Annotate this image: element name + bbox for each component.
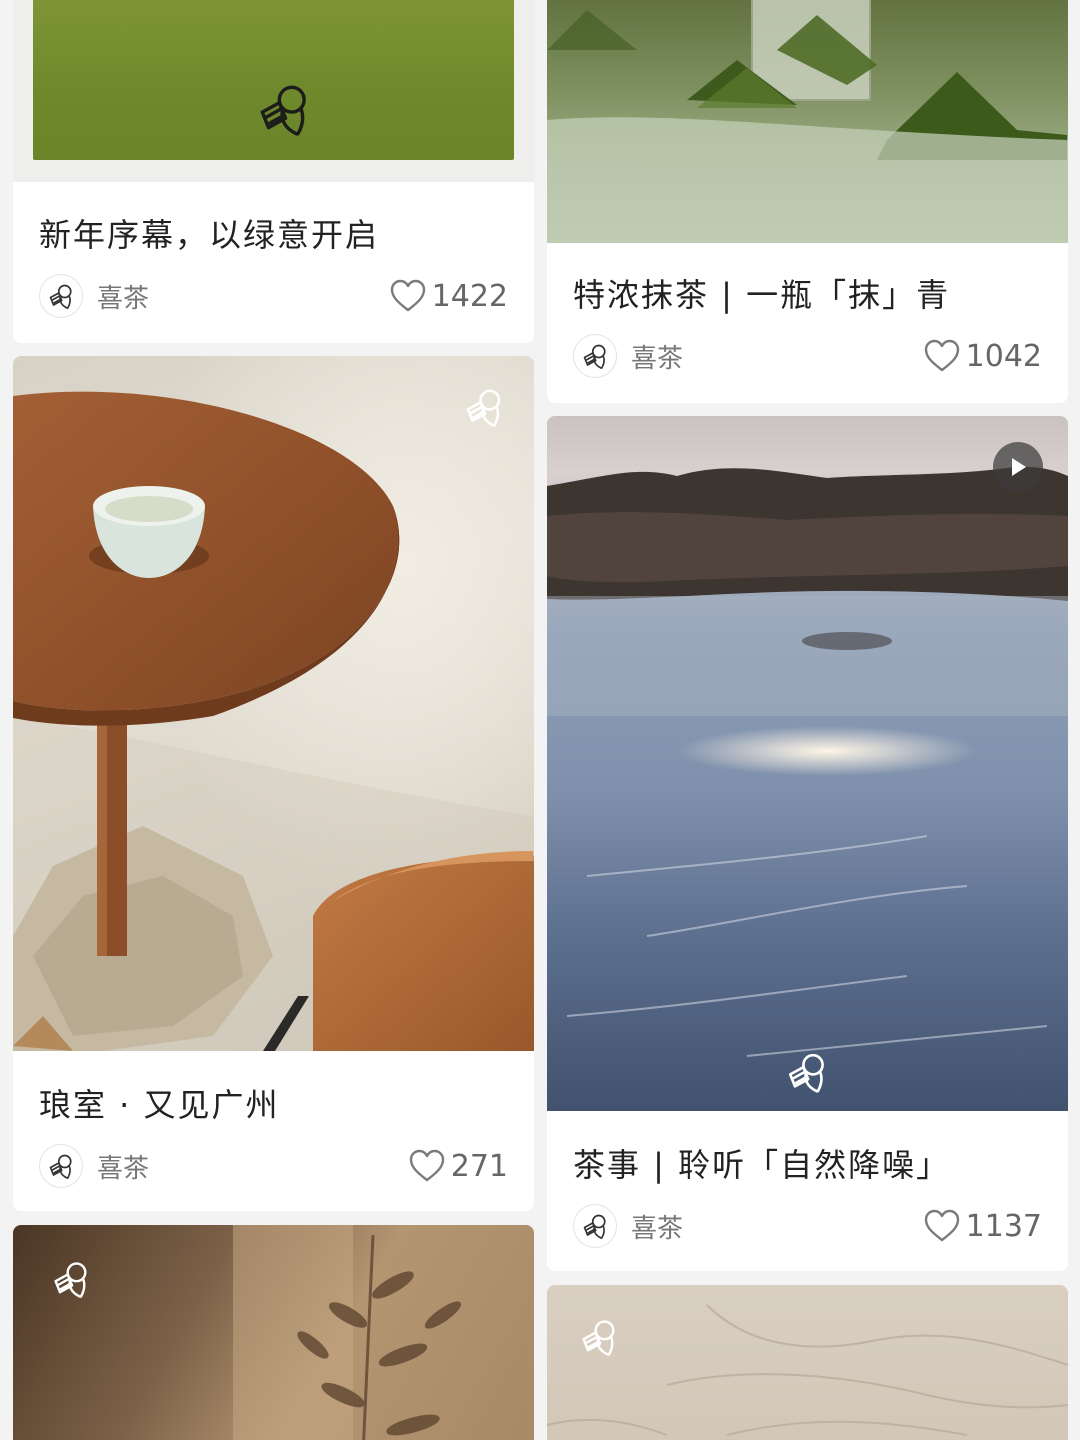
card-image[interactable] [547,1285,1068,1440]
author-name[interactable]: 喜茶 [631,338,683,375]
heytea-watermark-icon [49,1257,93,1301]
card-title[interactable]: 特浓抹茶 | 一瓶「抹」青 [573,270,1048,316]
like-count: 1042 [965,338,1042,374]
card-image[interactable] [547,416,1068,1111]
card-meta: 喜茶 1422 [39,272,508,320]
play-icon [1012,458,1026,476]
card-image[interactable] [547,0,1068,243]
play-button[interactable] [993,442,1043,492]
author-avatar[interactable] [573,1204,617,1248]
card-title[interactable]: 琅室 · 又见广州 [39,1080,514,1126]
card-meta: 喜茶 1042 [573,332,1042,380]
heytea-logo-icon [46,1151,76,1181]
like-button[interactable]: 271 [409,1149,508,1184]
card-image[interactable] [13,0,534,182]
feed-card[interactable]: 特浓抹茶 | 一瓶「抹」青 喜茶 1042 [547,0,1068,403]
heart-outline-icon [390,279,426,313]
card-title[interactable]: 新年序幕，以绿意开启 [39,210,514,256]
like-count: 1422 [431,278,508,314]
heytea-logo-icon [580,1211,610,1241]
heytea-logo-icon [46,281,76,311]
author-avatar[interactable] [573,334,617,378]
author-avatar[interactable] [39,1144,83,1188]
heytea-watermark-icon [577,1315,621,1359]
like-button[interactable]: 1422 [390,279,508,314]
card-image[interactable] [13,356,534,1051]
heytea-watermark-icon [253,78,315,140]
author-name[interactable]: 喜茶 [97,1148,149,1185]
feed-card[interactable]: 茶事 | 聆听「自然降噪」 喜茶 1137 [547,416,1068,1271]
heart-outline-icon [924,339,960,373]
like-button[interactable]: 1042 [924,339,1042,374]
heytea-watermark-icon [461,384,507,430]
like-button[interactable]: 1137 [924,1209,1042,1244]
card-image[interactable] [13,1225,534,1440]
feed-card[interactable]: 琅室 · 又见广州 喜茶 271 [13,356,534,1211]
heart-outline-icon [409,1149,445,1183]
feed-card[interactable]: 新年序幕，以绿意开启 喜茶 1422 [13,0,534,343]
card-meta: 喜茶 271 [39,1142,508,1190]
card-title[interactable]: 茶事 | 聆听「自然降噪」 [573,1140,1048,1186]
author-name[interactable]: 喜茶 [631,1208,683,1245]
feed-card[interactable] [13,1225,534,1440]
author-avatar[interactable] [39,274,83,318]
feed-card[interactable] [547,1285,1068,1440]
heytea-logo-icon [580,341,610,371]
card-meta: 喜茶 1137 [573,1202,1042,1250]
like-count: 1137 [965,1208,1042,1244]
like-count: 271 [450,1148,508,1184]
author-name[interactable]: 喜茶 [97,278,149,315]
heytea-watermark-icon [783,1048,831,1096]
heart-outline-icon [924,1209,960,1243]
